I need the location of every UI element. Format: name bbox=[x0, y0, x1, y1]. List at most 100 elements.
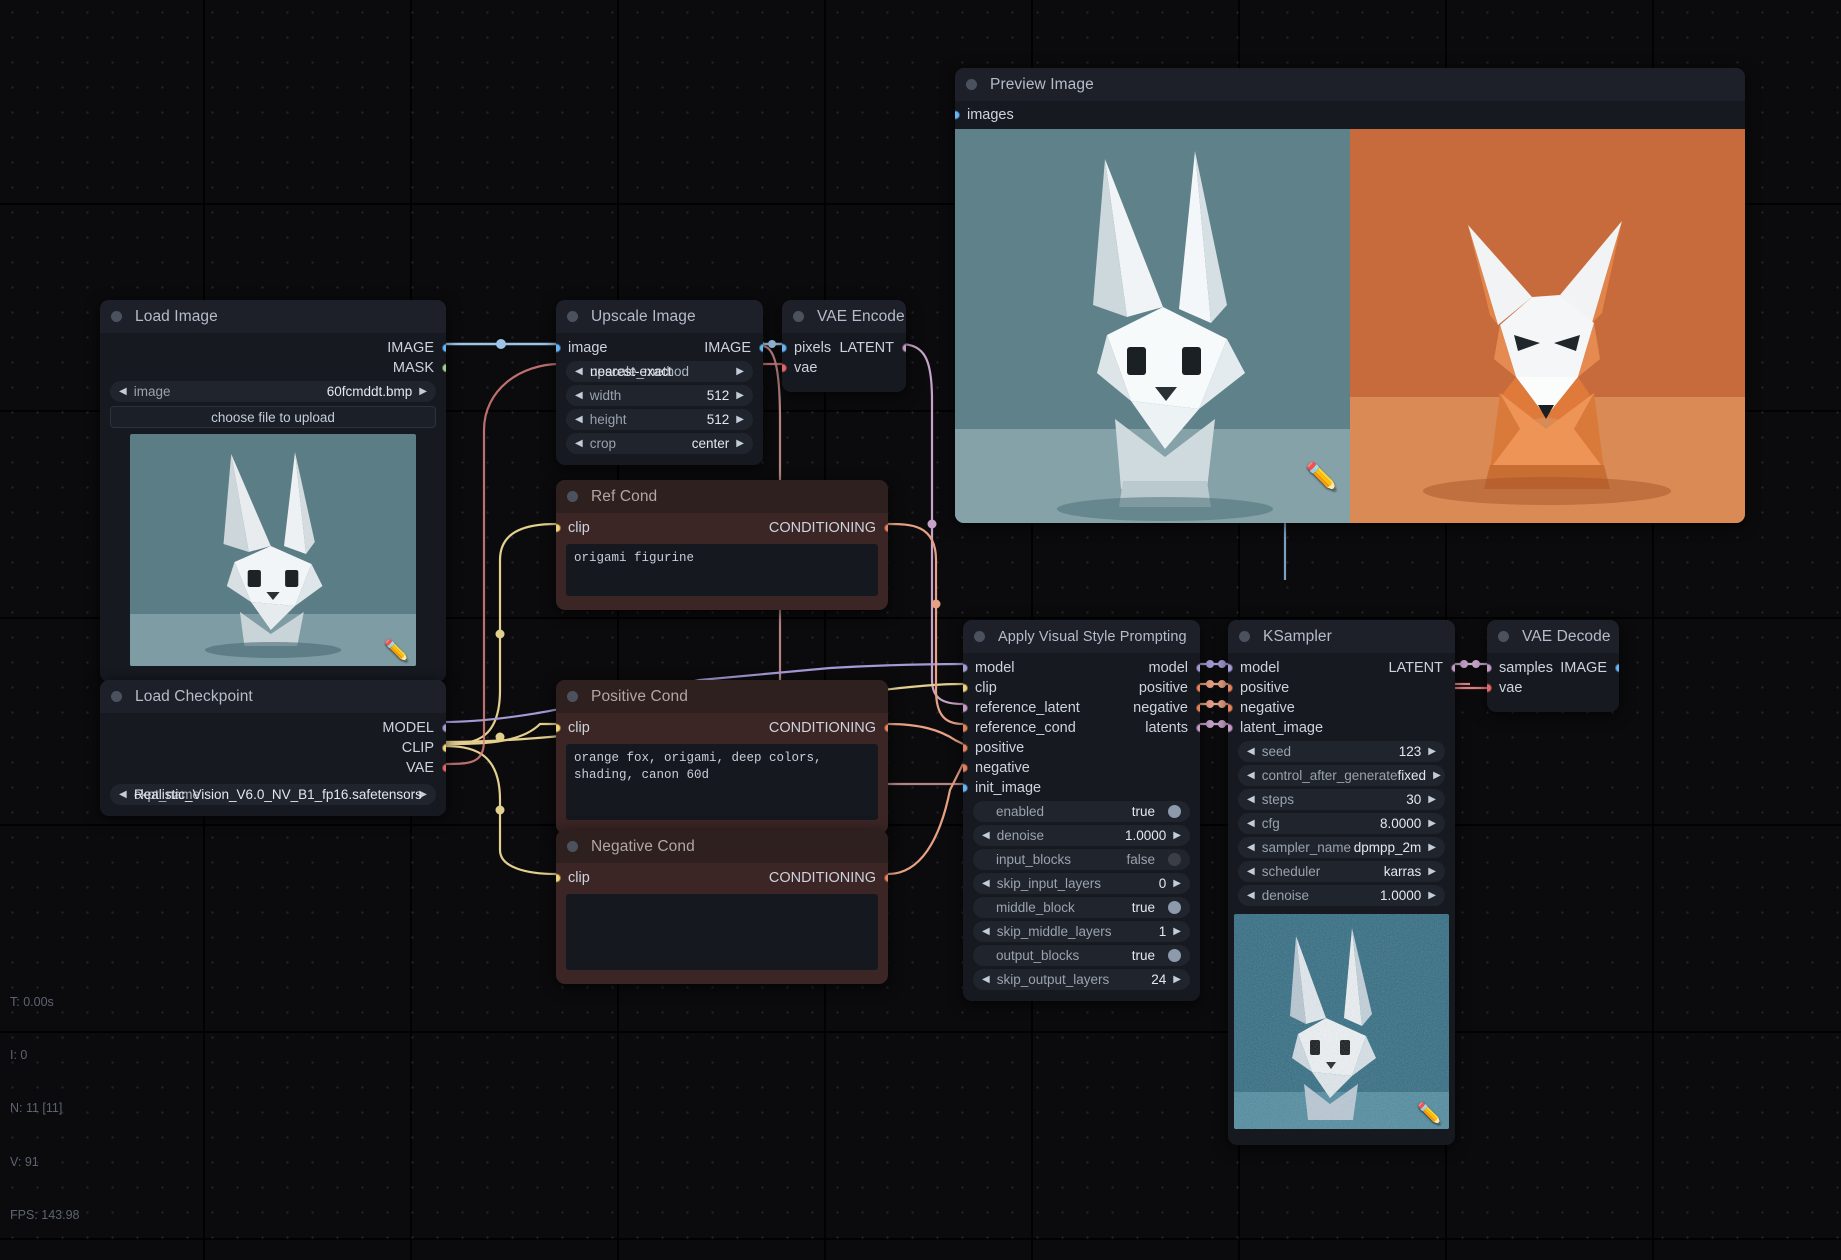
node-title-vae-encode[interactable]: VAE Encode bbox=[782, 300, 906, 333]
port-in-positive[interactable] bbox=[1228, 683, 1233, 693]
slot-row-negative[interactable]: negative bbox=[1228, 698, 1455, 718]
toggle-knob-icon[interactable] bbox=[1168, 805, 1181, 818]
preview-image-rabbit[interactable]: ✏️ bbox=[955, 129, 1350, 523]
port-out-negative[interactable] bbox=[1195, 703, 1200, 713]
widget-denoise-ksampler[interactable]: ◀ denoise 1.0000 ▶ bbox=[1238, 885, 1445, 906]
collapse-dot-icon[interactable] bbox=[567, 841, 578, 852]
arrow-left-icon[interactable]: ◀ bbox=[575, 366, 583, 377]
widget-image[interactable]: ◀ image 60fcmddt.bmp ▶ bbox=[110, 381, 436, 402]
port-out-latent[interactable] bbox=[1450, 663, 1455, 673]
collapse-dot-icon[interactable] bbox=[1498, 631, 1509, 642]
arrow-left-icon[interactable]: ◀ bbox=[1247, 818, 1255, 829]
collapse-dot-icon[interactable] bbox=[567, 311, 578, 322]
arrow-left-icon[interactable]: ◀ bbox=[1247, 842, 1255, 853]
node-title-upscale-image[interactable]: Upscale Image bbox=[556, 300, 763, 333]
output-slot-clip[interactable]: CLIP bbox=[100, 738, 446, 758]
widget-seed[interactable]: ◀ seed 123 ▶ bbox=[1238, 741, 1445, 762]
widget-scheduler[interactable]: ◀ scheduler karras ▶ bbox=[1238, 861, 1445, 882]
node-preview-image[interactable]: Preview Image images ✏️ bbox=[955, 68, 1745, 523]
slot-row-clip-conditioning[interactable]: clip CONDITIONING bbox=[556, 518, 888, 538]
node-title-positive-cond[interactable]: Positive Cond bbox=[556, 680, 888, 713]
widget-skip-middle-layers[interactable]: ◀ skip_middle_layers 1 ▶ bbox=[973, 921, 1190, 942]
node-title-ksampler[interactable]: KSampler bbox=[1228, 620, 1455, 653]
port-out-model[interactable] bbox=[441, 723, 446, 733]
widget-height[interactable]: ◀ height 512 ▶ bbox=[566, 409, 753, 430]
output-slot-mask[interactable]: MASK bbox=[100, 358, 446, 378]
node-title-load-image[interactable]: Load Image bbox=[100, 300, 446, 333]
arrow-left-icon[interactable]: ◀ bbox=[119, 789, 127, 800]
node-ksampler[interactable]: KSampler model LATENT positive negative … bbox=[1228, 620, 1455, 1145]
node-title-vae-decode[interactable]: VAE Decode bbox=[1487, 620, 1619, 653]
arrow-left-icon[interactable]: ◀ bbox=[575, 390, 583, 401]
comfyui-canvas[interactable]: Load Image IMAGE MASK ◀ image 60fcmddt.b… bbox=[0, 0, 1841, 1260]
slot-row-vae[interactable]: vae bbox=[782, 358, 906, 378]
arrow-right-icon[interactable]: ▶ bbox=[1173, 974, 1181, 985]
slot-row-init-image[interactable]: init_image bbox=[963, 778, 1200, 798]
slot-row-clip-conditioning[interactable]: clip CONDITIONING bbox=[556, 868, 888, 888]
port-in-reference-latent[interactable] bbox=[963, 703, 968, 713]
node-apply-visual-style-prompting[interactable]: Apply Visual Style Prompting model model… bbox=[963, 620, 1200, 1001]
widget-denoise-avsp[interactable]: ◀ denoise 1.0000 ▶ bbox=[973, 825, 1190, 846]
widget-enabled[interactable]: enabled true bbox=[973, 801, 1190, 822]
port-out-vae[interactable] bbox=[441, 763, 446, 773]
prompt-textarea-negative-cond[interactable] bbox=[566, 894, 878, 970]
node-upscale-image[interactable]: Upscale Image image IMAGE ◀ upscale_meth… bbox=[556, 300, 763, 465]
image-preview-load-image[interactable]: ✏️ bbox=[130, 434, 416, 666]
slot-row-images[interactable]: images bbox=[955, 105, 1745, 125]
arrow-right-icon[interactable]: ▶ bbox=[1428, 746, 1436, 757]
port-out-conditioning[interactable] bbox=[883, 523, 888, 533]
toggle-knob-icon[interactable] bbox=[1168, 949, 1181, 962]
port-in-images[interactable] bbox=[955, 110, 960, 120]
collapse-dot-icon[interactable] bbox=[111, 311, 122, 322]
collapse-dot-icon[interactable] bbox=[1239, 631, 1250, 642]
widget-width[interactable]: ◀ width 512 ▶ bbox=[566, 385, 753, 406]
widget-ckpt-name[interactable]: ◀ ckpt_name Realistic_Vision_V6.0_NV_B1_… bbox=[110, 784, 436, 805]
arrow-left-icon[interactable]: ◀ bbox=[575, 438, 583, 449]
output-slot-image[interactable]: IMAGE bbox=[100, 338, 446, 358]
toggle-knob-icon[interactable] bbox=[1168, 901, 1181, 914]
widget-input-blocks[interactable]: input_blocks false bbox=[973, 849, 1190, 870]
port-in-vae[interactable] bbox=[1487, 683, 1492, 693]
widget-upscale-method[interactable]: ◀ upscale_method nearest-exact ▶ bbox=[566, 361, 753, 382]
prompt-textarea-ref-cond[interactable]: origami figurine bbox=[566, 544, 878, 596]
arrow-left-icon[interactable]: ◀ bbox=[1247, 866, 1255, 877]
slot-row-latent-image[interactable]: latent_image bbox=[1228, 718, 1455, 738]
widget-skip-output-layers[interactable]: ◀ skip_output_layers 24 ▶ bbox=[973, 969, 1190, 990]
upload-file-button[interactable]: choose file to upload bbox=[110, 406, 436, 428]
output-slot-model[interactable]: MODEL bbox=[100, 718, 446, 738]
arrow-left-icon[interactable]: ◀ bbox=[1247, 890, 1255, 901]
widget-crop[interactable]: ◀ crop center ▶ bbox=[566, 433, 753, 454]
port-in-pixels[interactable] bbox=[782, 343, 787, 353]
port-in-clip[interactable] bbox=[556, 523, 561, 533]
output-slot-vae[interactable]: VAE bbox=[100, 758, 446, 778]
preview-image-fox[interactable] bbox=[1350, 129, 1745, 523]
port-out-conditioning[interactable] bbox=[883, 873, 888, 883]
widget-cfg[interactable]: ◀ cfg 8.0000 ▶ bbox=[1238, 813, 1445, 834]
prompt-textarea-positive-cond[interactable]: orange fox, origami, deep colors, shadin… bbox=[566, 744, 878, 820]
arrow-left-icon[interactable]: ◀ bbox=[982, 974, 990, 985]
widget-control-after-generate[interactable]: ◀ control_after_generate fixed ▶ bbox=[1238, 765, 1445, 786]
edit-pencil-icon[interactable]: ✏️ bbox=[384, 641, 409, 661]
port-in-model[interactable] bbox=[963, 663, 968, 673]
port-out-conditioning[interactable] bbox=[883, 723, 888, 733]
arrow-left-icon[interactable]: ◀ bbox=[1247, 770, 1255, 781]
arrow-right-icon[interactable]: ▶ bbox=[736, 366, 744, 377]
widget-steps[interactable]: ◀ steps 30 ▶ bbox=[1238, 789, 1445, 810]
collapse-dot-icon[interactable] bbox=[111, 691, 122, 702]
node-title-apply-visual-style-prompting[interactable]: Apply Visual Style Prompting bbox=[963, 620, 1200, 653]
node-vae-decode[interactable]: VAE Decode samples IMAGE vae bbox=[1487, 620, 1619, 712]
slot-row-positive[interactable]: positive bbox=[963, 738, 1200, 758]
node-title-ref-cond[interactable]: Ref Cond bbox=[556, 480, 888, 513]
arrow-right-icon[interactable]: ▶ bbox=[419, 386, 427, 397]
node-title-negative-cond[interactable]: Negative Cond bbox=[556, 830, 888, 863]
arrow-left-icon[interactable]: ◀ bbox=[119, 386, 127, 397]
arrow-left-icon[interactable]: ◀ bbox=[982, 926, 990, 937]
arrow-right-icon[interactable]: ▶ bbox=[1428, 794, 1436, 805]
arrow-right-icon[interactable]: ▶ bbox=[1428, 890, 1436, 901]
arrow-left-icon[interactable]: ◀ bbox=[982, 830, 990, 841]
edit-pencil-icon[interactable]: ✏️ bbox=[1306, 463, 1338, 489]
port-in-clip[interactable] bbox=[556, 723, 561, 733]
port-in-vae[interactable] bbox=[782, 363, 787, 373]
arrow-right-icon[interactable]: ▶ bbox=[1173, 878, 1181, 889]
port-in-samples[interactable] bbox=[1487, 663, 1492, 673]
